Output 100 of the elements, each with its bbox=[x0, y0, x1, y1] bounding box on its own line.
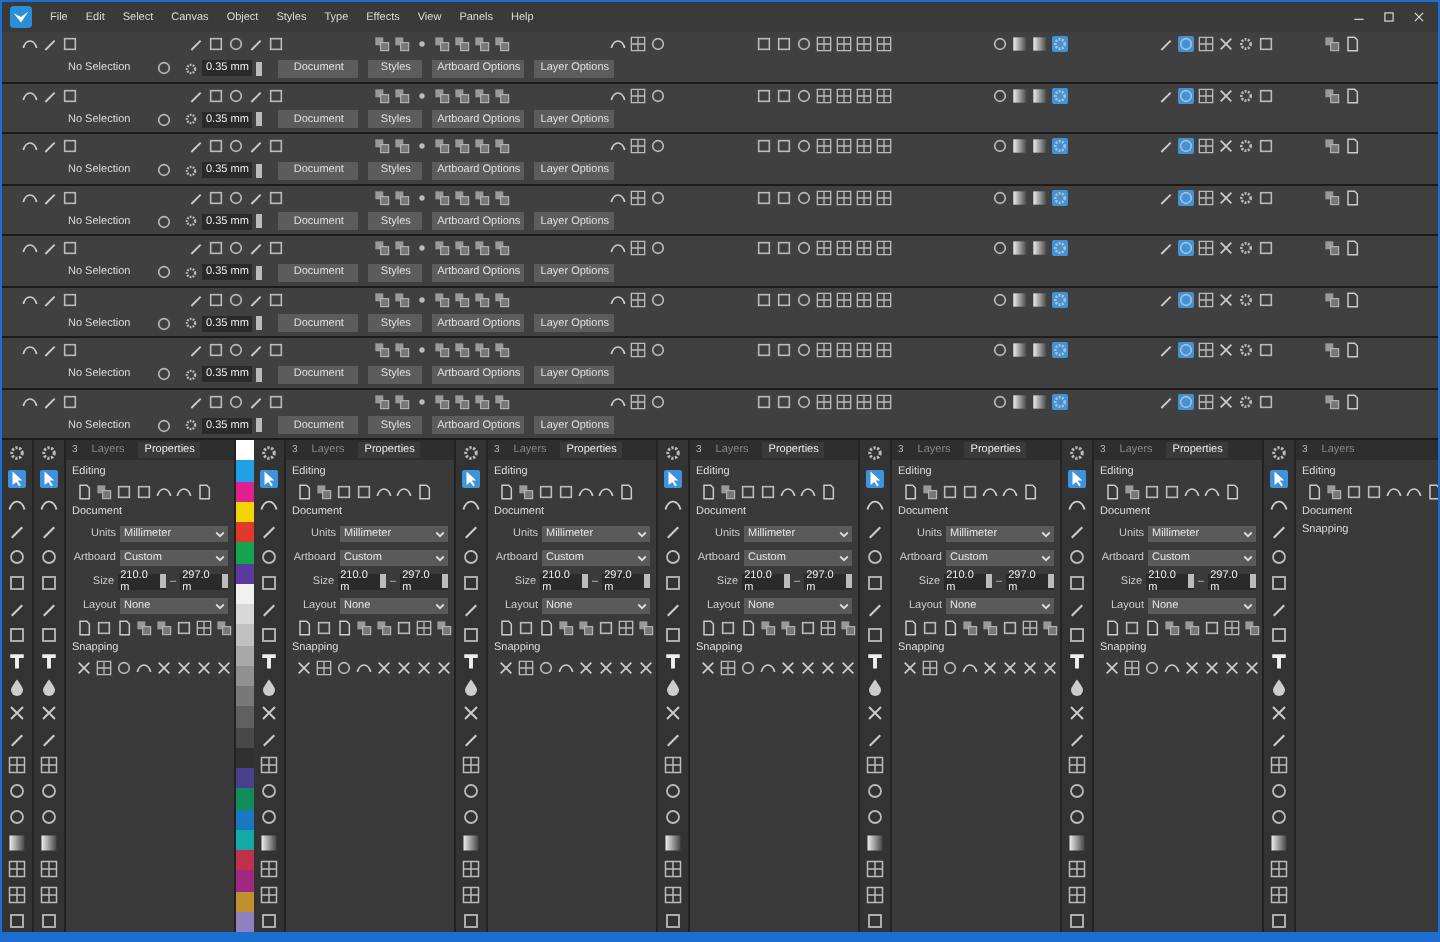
curve-icon[interactable] bbox=[610, 36, 626, 52]
gradient-icon[interactable] bbox=[1270, 834, 1288, 852]
stacked-squares-icon[interactable] bbox=[1326, 484, 1342, 500]
circle-icon[interactable] bbox=[1068, 808, 1086, 826]
cross-icon[interactable] bbox=[1244, 660, 1260, 676]
pen-icon[interactable] bbox=[260, 522, 278, 540]
curve-icon[interactable] bbox=[260, 496, 278, 514]
square-icon[interactable] bbox=[62, 342, 78, 358]
grid-icon[interactable] bbox=[196, 620, 212, 636]
pen-icon[interactable] bbox=[42, 393, 58, 409]
gradient-icon[interactable] bbox=[1032, 138, 1048, 154]
cross-icon[interactable] bbox=[1224, 660, 1240, 676]
square-icon[interactable] bbox=[1258, 291, 1274, 307]
pen-icon[interactable] bbox=[1158, 393, 1174, 409]
curve-icon[interactable] bbox=[8, 496, 26, 514]
color-swatch[interactable] bbox=[236, 440, 254, 461]
square-icon[interactable] bbox=[96, 620, 112, 636]
square-icon[interactable] bbox=[136, 484, 152, 500]
curve-icon[interactable] bbox=[22, 87, 38, 103]
grid-icon[interactable] bbox=[316, 660, 332, 676]
square-icon[interactable] bbox=[776, 189, 792, 205]
drop-icon[interactable] bbox=[866, 678, 884, 696]
square-icon[interactable] bbox=[1258, 36, 1274, 52]
square-icon[interactable] bbox=[1366, 484, 1382, 500]
circle-icon[interactable] bbox=[156, 264, 172, 280]
grid-icon[interactable] bbox=[260, 756, 278, 774]
pen-icon[interactable] bbox=[260, 730, 278, 748]
grid-icon[interactable] bbox=[664, 860, 682, 878]
grid-icon[interactable] bbox=[1198, 36, 1214, 52]
curve-icon[interactable] bbox=[40, 496, 58, 514]
pen-icon[interactable] bbox=[1158, 189, 1174, 205]
text-tool-icon[interactable] bbox=[462, 652, 480, 670]
grid-icon[interactable] bbox=[96, 660, 112, 676]
dot-icon[interactable] bbox=[414, 189, 430, 205]
circle-icon[interactable] bbox=[228, 87, 244, 103]
square-icon[interactable] bbox=[208, 393, 224, 409]
square-icon[interactable] bbox=[538, 484, 554, 500]
stacked-squares-icon[interactable] bbox=[1244, 620, 1260, 636]
circle-icon[interactable] bbox=[1178, 87, 1194, 103]
document-icon[interactable] bbox=[498, 484, 514, 500]
curve-icon[interactable] bbox=[22, 291, 38, 307]
circle-icon[interactable] bbox=[156, 213, 172, 229]
grid-icon[interactable] bbox=[816, 87, 832, 103]
gradient-icon[interactable] bbox=[8, 834, 26, 852]
square-icon[interactable] bbox=[866, 626, 884, 644]
circle-icon[interactable] bbox=[1270, 782, 1288, 800]
grid-icon[interactable] bbox=[1198, 138, 1214, 154]
grid-icon[interactable] bbox=[40, 886, 58, 904]
grid-icon[interactable] bbox=[1068, 756, 1086, 774]
cross-icon[interactable] bbox=[780, 660, 796, 676]
gradient-icon[interactable] bbox=[866, 834, 884, 852]
grid-icon[interactable] bbox=[856, 138, 872, 154]
pen-icon[interactable] bbox=[1270, 730, 1288, 748]
pen-icon[interactable] bbox=[462, 730, 480, 748]
pen-icon[interactable] bbox=[462, 522, 480, 540]
square-icon[interactable] bbox=[1270, 912, 1288, 930]
pointer-icon[interactable] bbox=[866, 470, 884, 488]
grid-icon[interactable] bbox=[836, 291, 852, 307]
document-icon[interactable] bbox=[498, 620, 514, 636]
cross-icon[interactable] bbox=[982, 660, 998, 676]
gradient-icon[interactable] bbox=[1032, 291, 1048, 307]
document-icon[interactable] bbox=[1426, 484, 1438, 500]
document-icon[interactable] bbox=[1344, 342, 1360, 358]
cross-icon[interactable] bbox=[296, 660, 312, 676]
document-icon[interactable] bbox=[1344, 87, 1360, 103]
grid-icon[interactable] bbox=[816, 342, 832, 358]
color-swatch[interactable] bbox=[236, 686, 254, 707]
square-icon[interactable] bbox=[756, 87, 772, 103]
grid-icon[interactable] bbox=[1198, 291, 1214, 307]
grid-icon[interactable] bbox=[876, 240, 892, 256]
document-icon[interactable] bbox=[1344, 36, 1360, 52]
grid-icon[interactable] bbox=[856, 189, 872, 205]
gradient-icon[interactable] bbox=[1012, 36, 1028, 52]
text-tool-icon[interactable] bbox=[1270, 652, 1288, 670]
grid-icon[interactable] bbox=[876, 189, 892, 205]
stacked-squares-icon[interactable] bbox=[316, 484, 332, 500]
spinner-icon[interactable] bbox=[1188, 574, 1195, 588]
pen-icon[interactable] bbox=[248, 189, 264, 205]
pen-icon[interactable] bbox=[40, 600, 58, 618]
square-icon[interactable] bbox=[756, 393, 772, 409]
color-swatch[interactable] bbox=[236, 850, 254, 871]
square-icon[interactable] bbox=[396, 620, 412, 636]
spinner-icon[interactable] bbox=[784, 574, 791, 588]
cross-icon[interactable] bbox=[260, 704, 278, 722]
pen-icon[interactable] bbox=[1158, 36, 1174, 52]
stacked-squares-icon[interactable] bbox=[720, 484, 736, 500]
gear-icon[interactable] bbox=[1238, 36, 1254, 52]
stacked-squares-icon[interactable] bbox=[518, 484, 534, 500]
stacked-squares-icon[interactable] bbox=[840, 620, 856, 636]
square-icon[interactable] bbox=[208, 138, 224, 154]
text-tool-icon[interactable] bbox=[260, 652, 278, 670]
cross-icon[interactable] bbox=[1042, 660, 1058, 676]
color-swatch[interactable] bbox=[236, 481, 254, 502]
grid-icon[interactable] bbox=[1022, 620, 1038, 636]
square-icon[interactable] bbox=[1124, 620, 1140, 636]
pen-icon[interactable] bbox=[866, 600, 884, 618]
square-icon[interactable] bbox=[664, 574, 682, 592]
document-icon[interactable] bbox=[76, 620, 92, 636]
document-icon[interactable] bbox=[196, 484, 212, 500]
circle-icon[interactable] bbox=[156, 366, 172, 382]
